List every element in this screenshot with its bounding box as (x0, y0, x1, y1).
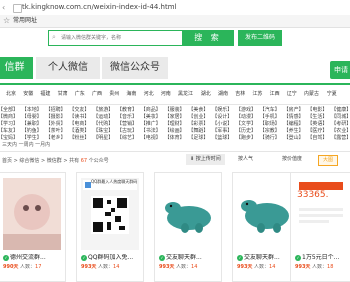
province-filter-item[interactable]: 黑龙江 (178, 89, 193, 99)
verified-icon: ✓ (159, 254, 165, 261)
category-filter-item[interactable]: 【足球】 (188, 134, 208, 143)
province-filter-item[interactable]: 宁夏 (327, 89, 337, 99)
group-card[interactable]: ✓ 交友聊天群... 993天 人数：14 (154, 172, 222, 282)
category-filter-item[interactable]: 【露营】 (331, 134, 350, 143)
category-filter-item[interactable]: 【体育】 (165, 134, 185, 143)
category-filter-item[interactable]: 【综艺】 (117, 134, 137, 143)
category-filter-item[interactable]: 【跑步】 (236, 134, 256, 143)
search-box: ⌕ (48, 30, 183, 46)
province-filter-item[interactable]: 河北 (144, 89, 154, 99)
category-filter-item[interactable]: 【自驾】 (307, 134, 327, 143)
province-filter-item[interactable]: 江西 (270, 89, 280, 99)
province-filter-item[interactable]: 内蒙古 (304, 89, 319, 99)
card-title[interactable]: ✓ 1万5元日个... (295, 254, 350, 262)
province-filter-item[interactable]: 广东 (75, 89, 85, 99)
qr-code-thumbnail (81, 178, 139, 250)
breadcrumb: 首页 > 综合微信 > 微信群 > 共有 67 个公众号 (2, 157, 109, 165)
category-filter-item[interactable]: 【篮球】 (212, 134, 232, 143)
tab-personal-wechat[interactable]: 个人微信 (36, 57, 100, 79)
province-filter-item[interactable]: 江苏 (252, 89, 262, 99)
plush-thumbnail (159, 178, 217, 250)
group-card[interactable]: 33365. ✓ 1万5元日个... 993天 人数：18 (290, 172, 350, 282)
tab-official-account[interactable]: 微信公众号 (102, 57, 168, 79)
province-filter-item[interactable]: 吉林 (235, 89, 245, 99)
breadcrumb-path[interactable]: 首页 > 综合微信 > 微信群 > 共有 (2, 158, 79, 164)
category-filter-item[interactable]: 【粉丝】 (69, 134, 89, 143)
card-meta: 993天 人数：18 (295, 264, 334, 270)
group-thumbnail (3, 178, 61, 250)
apply-button[interactable]: 申请 (330, 61, 350, 79)
sort-by-value-button[interactable]: 按价值度 (282, 154, 302, 165)
verified-icon: ✓ (3, 254, 9, 261)
category-row: 【宝妈】 【学生】 【老乡】 【粉丝】 【明星】 【综艺】 【电视】 【体育】 【足球】 【篮球】… (0, 134, 350, 143)
sort-by-popularity-button[interactable]: 按人气 (238, 154, 253, 165)
search-row: ⌕ 搜 索 发布二维码 (0, 27, 350, 49)
verified-icon: ✓ (295, 254, 301, 261)
bookmark-star-icon[interactable]: ☆ (3, 16, 10, 26)
province-filter-item[interactable]: 湖南 (218, 89, 228, 99)
province-filter-item[interactable]: 安徽 (23, 89, 33, 99)
date-filter[interactable]: 三天内 一周内 一月内 (2, 141, 50, 149)
search-icon: ⌕ (52, 33, 56, 41)
search-input[interactable] (61, 31, 179, 45)
back-icon[interactable]: ‹ (2, 3, 12, 12)
card-title[interactable]: ✓ 交友聊天群... (159, 254, 221, 262)
card-meta: 990天 人数：17 (3, 264, 42, 270)
province-filter-item[interactable]: 海南 (126, 89, 136, 99)
category-filter-item[interactable]: 【骑行】 (260, 134, 280, 143)
category-tabs: 信群 个人微信 微信公众号 申请 (0, 55, 350, 85)
qr-caption: QQ群最入人热度聊天群码 (91, 179, 138, 184)
site-icon (13, 4, 22, 13)
search-button[interactable]: 搜 索 (182, 30, 234, 46)
bigpic-toggle[interactable]: 大图 (318, 155, 338, 166)
province-filter-item[interactable]: 湖北 (201, 89, 211, 99)
amount-text: 33365. (297, 190, 329, 200)
verified-icon: ✓ (237, 254, 243, 261)
sort-by-time-button[interactable]: ⬇ 按上传时间 (186, 154, 225, 165)
category-filter-item[interactable]: 【登山】 (284, 134, 304, 143)
province-filter-item[interactable]: 甘肃 (58, 89, 68, 99)
province-filter: 北京 安徽 福建 甘肃 广东 广西 贵州 海南 河北 河南 黑龙江 湖北 湖南 吉林 江苏 江西 辽宁 内蒙古 宁夏 (0, 89, 350, 99)
province-filter-item[interactable]: 北京 (6, 89, 16, 99)
publish-qrcode-button[interactable]: 发布二维码 (238, 30, 282, 46)
card-title[interactable]: ✓ 德州交流群... (3, 254, 65, 262)
province-filter-item[interactable]: 广西 (92, 89, 102, 99)
province-filter-item[interactable]: 福建 (40, 89, 50, 99)
sort-down-icon: ⬇ (190, 156, 195, 162)
divider (0, 104, 350, 105)
result-count: 67 (80, 158, 88, 164)
province-filter-item[interactable]: 河南 (161, 89, 171, 99)
card-meta: 993天 人数：14 (159, 264, 198, 270)
province-filter-item[interactable]: 贵州 (109, 89, 119, 99)
verified-icon: ✓ (81, 254, 87, 261)
province-filter-item[interactable]: 辽宁 (287, 89, 297, 99)
card-meta: 993天 人数：14 (81, 264, 120, 270)
sort-by-time-label: 按上传时间 (195, 156, 221, 162)
url-text[interactable]: tk.kingknow.com.cn/weixin-index-id-44.ht… (22, 3, 177, 12)
group-card[interactable]: QQ群最入人热度聊天群码 ✓ QQ群码加入免... 993天 人数：14 (76, 172, 144, 282)
bookmark-label[interactable]: 常用网址 (13, 17, 37, 25)
screenshot-thumbnail (295, 178, 347, 250)
browser-url-bar: ‹ tk.kingknow.com.cn/weixin-index-id-44.… (0, 0, 350, 16)
breadcrumb-suffix: 个公众号 (88, 158, 109, 164)
tab-wechat-group[interactable]: 信群 (0, 57, 33, 79)
plush-thumbnail (237, 178, 295, 250)
divider (0, 151, 350, 152)
card-title[interactable]: ✓ QQ群码加入免... (81, 254, 143, 262)
category-filter-item[interactable]: 【明星】 (93, 134, 113, 143)
group-card[interactable]: ✓ 德州交流群... 990天 人数：17 (0, 172, 66, 282)
category-filter-item[interactable]: 【电视】 (141, 134, 161, 143)
